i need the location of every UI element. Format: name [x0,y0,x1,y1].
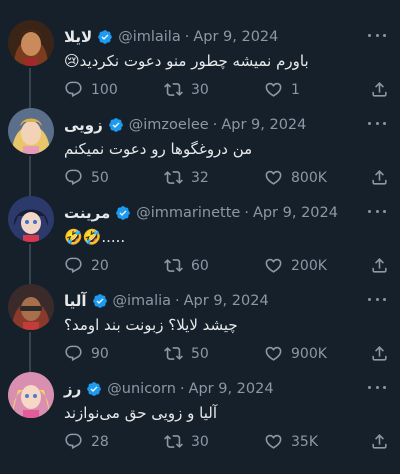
avatar[interactable] [8,196,54,242]
tweet-text: چیشد لایلا؟ زبونت بند اومد؟ [64,316,238,334]
handle[interactable]: @unicorn [107,381,176,397]
timestamp[interactable]: Apr 9, 2024 [221,117,306,133]
separator: · [179,381,185,397]
avatar[interactable] [8,372,54,418]
timestamp[interactable]: Apr 9, 2024 [253,205,338,221]
timestamp[interactable]: Apr 9, 2024 [193,29,278,45]
handle[interactable]: @immarinette [136,205,240,221]
verified-badge-icon [92,294,107,308]
avatar[interactable] [8,284,54,330]
verified-badge-icon [87,382,102,396]
retweet-button[interactable]: 30 [164,432,209,451]
reply-icon [65,433,82,450]
verified-badge-icon [108,118,123,132]
retweet-icon [164,435,183,448]
reply-count: 28 [91,433,109,450]
share-icon [372,434,387,449]
handle[interactable]: @imalia [113,293,171,309]
separator: · [175,293,180,309]
reply-button[interactable]: 28 [64,432,109,451]
more-icon[interactable] [368,28,386,42]
more-icon[interactable] [368,380,386,394]
avatar[interactable] [8,108,54,154]
timestamp[interactable]: Apr 9, 2024 [189,381,274,397]
tweet[interactable]: رز @unicorn · Apr 9, 2024 آلیا و زویی حق… [0,352,400,450]
tweet-text: آلیا و زویی حق می‌نوازند [64,404,218,422]
tweet-text: من دروغگوها رو دعوت نمیکنم [64,140,253,158]
more-icon[interactable] [368,116,386,130]
avatar[interactable] [8,20,54,66]
like-button[interactable]: 35K [264,432,318,451]
tweet[interactable]: لایلا @imlaila · Apr 9, 2024 باورم نمیشه… [0,0,400,98]
share-button[interactable] [370,432,397,451]
heart-icon [265,434,282,449]
separator: · [212,117,218,133]
separator: · [244,205,249,221]
more-icon[interactable] [368,292,386,306]
handle[interactable]: @imzoelee [129,117,209,133]
tweet[interactable]: آلیا @imalia · Apr 9, 2024 چیشد لایلا؟ ز… [0,264,400,362]
timestamp[interactable]: Apr 9, 2024 [184,293,269,309]
display-name[interactable]: آلیا [64,292,87,310]
separator: · [184,29,190,45]
verified-badge-icon [116,206,131,220]
tweet-actions: 28 30 35K [64,432,389,454]
display-name[interactable]: زویی [64,116,103,134]
retweet-count: 30 [191,433,209,450]
display-name[interactable]: مرینت [64,204,110,222]
more-icon[interactable] [368,204,386,218]
tweet-text: 🤣🤣..... [64,228,126,246]
tweet-thread: لایلا @imlaila · Apr 9, 2024 باورم نمیشه… [0,0,400,474]
handle[interactable]: @imlaila [118,29,181,45]
tweet[interactable]: زویی @imzoelee · Apr 9, 2024 من دروغگوها… [0,88,400,186]
display-name[interactable]: رز [64,380,81,398]
tweet-text: باورم نمیشه چطور منو دعوت نکردید😢 [64,52,309,70]
tweet[interactable]: مرینت @immarinette · Apr 9, 2024 🤣🤣.....… [0,176,400,274]
verified-badge-icon [98,30,113,44]
like-count: 35K [291,433,318,450]
display-name[interactable]: لایلا [64,28,92,46]
